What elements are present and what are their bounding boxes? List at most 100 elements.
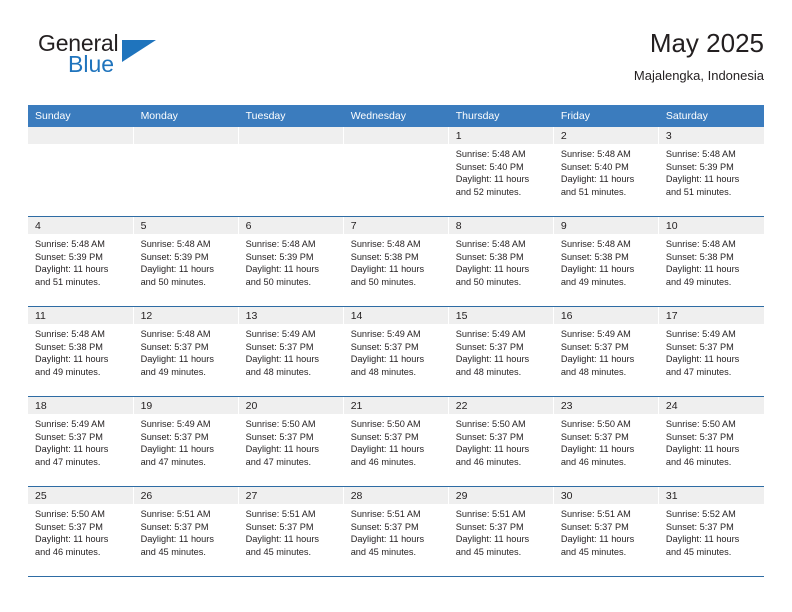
calendar-day-cell[interactable]: 28 Sunrise: 5:51 AM Sunset: 5:37 PM Dayligh… — [343, 486, 449, 577]
day-details: Sunrise: 5:50 AM Sunset: 5:37 PM Daylight:… — [659, 414, 764, 468]
calendar-day-cell[interactable]: 2 Sunrise: 5:48 AM Sunset: 5:40 PM Daylight… — [553, 127, 659, 217]
day-details: Sunrise: 5:51 AM Sunset: 5:37 PM Daylight:… — [134, 504, 238, 558]
calendar-day-cell[interactable]: 22 Sunrise: 5:50 AM Sunset: 5:37 PM Dayligh… — [448, 396, 554, 487]
calendar-body: 1 Sunrise: 5:48 AM Sunset: 5:40 PM Daylight… — [28, 127, 764, 577]
day-detail-line: Daylight: 11 hours — [350, 444, 425, 455]
day-detail-line: and 51 minutes. — [35, 276, 101, 287]
calendar-day-cell[interactable]: 25 Sunrise: 5:50 AM Sunset: 5:37 PM Dayligh… — [28, 486, 134, 577]
day-detail-line: Sunset: 5:37 PM — [35, 521, 103, 532]
day-detail-line: Sunrise: 5:51 AM — [560, 509, 631, 519]
calendar-day-cell[interactable]: 10 Sunrise: 5:48 AM Sunset: 5:38 PM Dayligh… — [658, 216, 764, 307]
day-cell-inner: 3 Sunrise: 5:48 AM Sunset: 5:39 PM Daylight… — [658, 127, 764, 216]
day-detail-line: and 45 minutes. — [350, 546, 417, 557]
day-detail-line: and 47 minutes. — [245, 456, 312, 467]
day-detail-line: and 49 minutes. — [35, 366, 101, 377]
day-detail-line: Sunset: 5:37 PM — [350, 341, 419, 352]
day-detail-line: and 45 minutes. — [140, 546, 206, 557]
calendar-week-row: 18 Sunrise: 5:49 AM Sunset: 5:37 PM Dayligh… — [28, 396, 764, 487]
calendar-day-cell[interactable]: 18 Sunrise: 5:49 AM Sunset: 5:37 PM Dayligh… — [28, 396, 134, 487]
day-detail-line: Daylight: 11 hours — [560, 264, 635, 275]
calendar-day-cell[interactable]: 1 Sunrise: 5:48 AM Sunset: 5:40 PM Daylight… — [448, 127, 554, 217]
day-cell-inner: 12 Sunrise: 5:48 AM Sunset: 5:37 PM Dayligh… — [133, 307, 238, 396]
day-detail-line: and 49 minutes. — [665, 276, 732, 287]
day-number: 16 — [553, 307, 658, 324]
calendar-day-cell[interactable]: 27 Sunrise: 5:51 AM Sunset: 5:37 PM Dayligh… — [238, 486, 344, 577]
day-detail-line: Daylight: 11 hours — [455, 534, 530, 545]
calendar-day-cell[interactable]: 11 Sunrise: 5:48 AM Sunset: 5:38 PM Dayligh… — [28, 306, 134, 397]
day-detail-line: Sunset: 5:39 PM — [140, 251, 209, 262]
calendar-day-cell[interactable]: 20 Sunrise: 5:50 AM Sunset: 5:37 PM Dayligh… — [238, 396, 344, 487]
day-cell-inner: 4 Sunrise: 5:48 AM Sunset: 5:39 PM Daylight… — [28, 217, 133, 306]
calendar-day-cell[interactable]: 13 Sunrise: 5:49 AM Sunset: 5:37 PM Dayligh… — [238, 306, 344, 397]
day-details: Sunrise: 5:49 AM Sunset: 5:37 PM Daylight:… — [134, 414, 238, 468]
title-block: May 2025 Majalengka, Indonesia — [634, 26, 764, 86]
day-number: 4 — [28, 217, 133, 234]
calendar-day-cell[interactable]: 14 Sunrise: 5:49 AM Sunset: 5:37 PM Dayligh… — [343, 306, 449, 397]
day-number: 7 — [343, 217, 448, 234]
calendar-day-cell[interactable]: 23 Sunrise: 5:50 AM Sunset: 5:37 PM Dayligh… — [553, 396, 659, 487]
day-detail-line: Daylight: 11 hours — [140, 354, 214, 365]
day-number: 3 — [658, 127, 764, 144]
day-detail-line: Sunrise: 5:50 AM — [665, 419, 736, 429]
calendar-day-cell[interactable]: 26 Sunrise: 5:51 AM Sunset: 5:37 PM Dayligh… — [133, 486, 239, 577]
day-cell-inner: 6 Sunrise: 5:48 AM Sunset: 5:39 PM Daylight… — [238, 217, 343, 306]
day-detail-line: and 46 minutes. — [350, 456, 417, 467]
calendar-day-cell[interactable]: 16 Sunrise: 5:49 AM Sunset: 5:37 PM Dayligh… — [553, 306, 659, 397]
day-detail-line: Sunset: 5:40 PM — [455, 161, 524, 172]
day-number: 11 — [28, 307, 133, 324]
day-number: 30 — [553, 487, 658, 504]
day-number: 1 — [448, 127, 553, 144]
calendar-day-cell[interactable]: 17 Sunrise: 5:49 AM Sunset: 5:37 PM Dayligh… — [658, 306, 764, 397]
day-number: 13 — [238, 307, 343, 324]
day-detail-line: and 46 minutes. — [560, 456, 627, 467]
calendar-week-row: 25 Sunrise: 5:50 AM Sunset: 5:37 PM Dayligh… — [28, 486, 764, 577]
day-detail-line: Sunset: 5:38 PM — [35, 341, 103, 352]
calendar-day-cell[interactable]: 8 Sunrise: 5:48 AM Sunset: 5:38 PM Daylight… — [448, 216, 554, 307]
calendar-day-cell[interactable]: 19 Sunrise: 5:49 AM Sunset: 5:37 PM Dayligh… — [133, 396, 239, 487]
day-details: Sunrise: 5:49 AM Sunset: 5:37 PM Daylight:… — [28, 414, 133, 468]
day-details: Sunrise: 5:48 AM Sunset: 5:38 PM Daylight:… — [659, 234, 764, 288]
day-detail-line: and 46 minutes. — [35, 546, 101, 557]
day-detail-line: Daylight: 11 hours — [665, 354, 740, 365]
day-cell-inner — [343, 127, 448, 216]
day-cell-inner: 1 Sunrise: 5:48 AM Sunset: 5:40 PM Daylight… — [448, 127, 553, 216]
day-cell-inner: 26 Sunrise: 5:51 AM Sunset: 5:37 PM Dayligh… — [133, 487, 238, 576]
day-detail-line: Sunrise: 5:51 AM — [455, 509, 526, 519]
day-detail-line: and 46 minutes. — [665, 456, 732, 467]
day-number: 22 — [448, 397, 553, 414]
day-details — [28, 144, 133, 148]
calendar-day-cell[interactable]: 30 Sunrise: 5:51 AM Sunset: 5:37 PM Dayligh… — [553, 486, 659, 577]
calendar-day-cell[interactable]: 9 Sunrise: 5:48 AM Sunset: 5:38 PM Daylight… — [553, 216, 659, 307]
day-detail-line: Sunrise: 5:49 AM — [560, 329, 631, 339]
day-cell-inner: 2 Sunrise: 5:48 AM Sunset: 5:40 PM Daylight… — [553, 127, 658, 216]
weekday-header-wednesday: Wednesday — [343, 105, 449, 127]
day-number: 26 — [133, 487, 238, 504]
day-cell-inner — [28, 127, 133, 216]
day-number: 2 — [553, 127, 658, 144]
day-cell-inner: 20 Sunrise: 5:50 AM Sunset: 5:37 PM Dayligh… — [238, 397, 343, 486]
day-detail-line: Daylight: 11 hours — [665, 264, 740, 275]
calendar-day-cell[interactable]: 5 Sunrise: 5:48 AM Sunset: 5:39 PM Daylight… — [133, 216, 239, 307]
day-detail-line: Daylight: 11 hours — [665, 444, 740, 455]
calendar-day-cell[interactable]: 3 Sunrise: 5:48 AM Sunset: 5:39 PM Daylight… — [658, 127, 764, 217]
day-cell-inner: 24 Sunrise: 5:50 AM Sunset: 5:37 PM Dayligh… — [658, 397, 764, 486]
day-details: Sunrise: 5:51 AM Sunset: 5:37 PM Daylight:… — [239, 504, 343, 558]
day-detail-line: Sunrise: 5:48 AM — [245, 239, 316, 249]
calendar-day-cell[interactable]: 6 Sunrise: 5:48 AM Sunset: 5:39 PM Daylight… — [238, 216, 344, 307]
day-number: 21 — [343, 397, 448, 414]
day-detail-line: Daylight: 11 hours — [35, 444, 109, 455]
calendar-day-cell[interactable]: 7 Sunrise: 5:48 AM Sunset: 5:38 PM Daylight… — [343, 216, 449, 307]
day-detail-line: Sunrise: 5:50 AM — [245, 419, 316, 429]
day-detail-line: Sunrise: 5:49 AM — [245, 329, 316, 339]
calendar-day-cell[interactable]: 31 Sunrise: 5:52 AM Sunset: 5:37 PM Dayligh… — [658, 486, 764, 577]
calendar-day-cell[interactable]: 15 Sunrise: 5:49 AM Sunset: 5:37 PM Dayligh… — [448, 306, 554, 397]
calendar-day-cell[interactable]: 21 Sunrise: 5:50 AM Sunset: 5:37 PM Dayligh… — [343, 396, 449, 487]
calendar-day-cell[interactable]: 12 Sunrise: 5:48 AM Sunset: 5:37 PM Dayligh… — [133, 306, 239, 397]
day-detail-line: Daylight: 11 hours — [560, 174, 635, 185]
calendar-day-cell[interactable]: 4 Sunrise: 5:48 AM Sunset: 5:39 PM Daylight… — [28, 216, 134, 307]
calendar-day-cell[interactable]: 29 Sunrise: 5:51 AM Sunset: 5:37 PM Dayligh… — [448, 486, 554, 577]
day-detail-line: Sunset: 5:37 PM — [455, 431, 524, 442]
day-detail-line: and 47 minutes. — [140, 456, 206, 467]
calendar-day-cell[interactable]: 24 Sunrise: 5:50 AM Sunset: 5:37 PM Dayligh… — [658, 396, 764, 487]
day-details: Sunrise: 5:48 AM Sunset: 5:39 PM Daylight:… — [239, 234, 343, 288]
